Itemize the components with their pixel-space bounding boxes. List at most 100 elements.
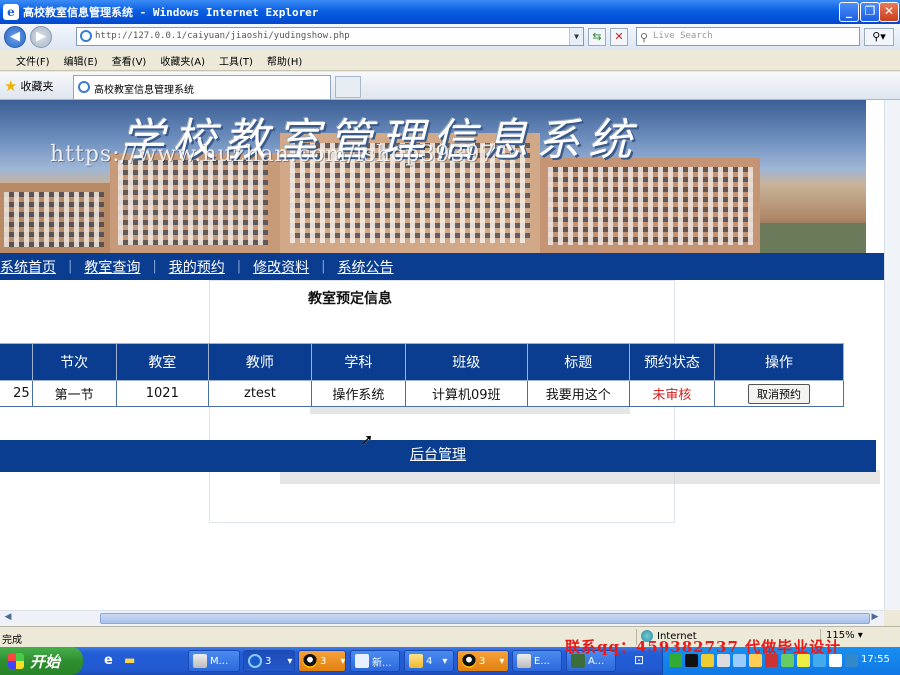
scroll-right-icon[interactable]: ▶ bbox=[868, 612, 882, 625]
task-label: 3 bbox=[265, 655, 272, 667]
task-label: M... bbox=[210, 655, 229, 667]
horizontal-scrollbar[interactable]: ◀ ▶ bbox=[0, 610, 884, 626]
browser-tab[interactable]: 高校教室信息管理系统 bbox=[73, 75, 331, 99]
admin-link[interactable]: 后台管理 bbox=[410, 447, 466, 463]
ie-app-icon: e bbox=[3, 4, 19, 20]
col-action: 操作 bbox=[713, 343, 845, 381]
refresh-icon[interactable]: ⇆ bbox=[588, 28, 606, 46]
task-label: 4 bbox=[426, 655, 433, 667]
favorites-button[interactable]: ★ 收藏夹 bbox=[4, 77, 53, 95]
quicklaunch-desktop-icon[interactable]: ▬ bbox=[124, 653, 135, 667]
menu-bar: 文件(F) 编辑(E) 查看(V) 收藏夹(A) 工具(T) 帮助(H) bbox=[0, 50, 900, 71]
col-status: 预约状态 bbox=[628, 343, 715, 381]
task-label: 新... bbox=[372, 657, 392, 669]
search-input[interactable]: ⚲ Live Search bbox=[636, 27, 860, 46]
taskbar-item[interactable]: 3 ▾ bbox=[243, 650, 295, 672]
cell-period: 第一节 bbox=[31, 380, 117, 407]
address-input[interactable]: http://127.0.0.1/caiyuan/jiaoshi/yudings… bbox=[76, 27, 584, 46]
admin-bar: 后台管理 bbox=[0, 440, 876, 472]
menu-edit[interactable]: 编辑(E) bbox=[64, 53, 98, 68]
clock: 17:55 bbox=[861, 654, 890, 665]
col-subject: 学科 bbox=[310, 343, 406, 381]
faded-ghost-row bbox=[280, 470, 880, 484]
favorites-label: 收藏夹 bbox=[20, 80, 54, 93]
nav-separator: | bbox=[236, 259, 242, 274]
table-row: 25 第一节 1021 ztest 操作系统 计算机09班 我要用这个 未审核 … bbox=[0, 380, 845, 407]
cell-class: 计算机09班 bbox=[404, 380, 528, 407]
back-button[interactable]: ◀ bbox=[4, 26, 26, 48]
cell-date: 25 bbox=[0, 380, 33, 407]
contact-overlay-text: 联系qq：459382737 代做毕业设计 bbox=[565, 638, 842, 656]
page-icon bbox=[80, 30, 92, 42]
stop-icon[interactable]: ✕ bbox=[610, 28, 628, 46]
qq-icon bbox=[303, 654, 317, 668]
start-button[interactable]: 开始 bbox=[0, 647, 83, 675]
col-teacher: 教师 bbox=[208, 343, 312, 381]
search-go-button[interactable]: ⚲▾ bbox=[864, 28, 894, 46]
taskbar-item[interactable]: E... bbox=[512, 650, 562, 672]
col-title: 标题 bbox=[526, 343, 630, 381]
cell-action: 取消预约 bbox=[713, 380, 845, 407]
col-period: 节次 bbox=[31, 343, 117, 381]
app-icon bbox=[193, 654, 207, 668]
tab-label: 高校教室信息管理系统 bbox=[94, 85, 194, 96]
nav-separator: | bbox=[321, 259, 326, 274]
col-room: 教室 bbox=[115, 343, 210, 381]
menu-file[interactable]: 文件(F) bbox=[16, 53, 50, 68]
group-caret-icon: ▾ bbox=[340, 655, 346, 667]
taskbar-item[interactable]: 3 ▾ bbox=[298, 650, 346, 672]
col-class: 班级 bbox=[404, 343, 528, 381]
ie-icon bbox=[248, 654, 262, 668]
quicklaunch-ie-icon[interactable]: e bbox=[104, 653, 113, 668]
col-date bbox=[0, 343, 33, 381]
nav-edit-profile[interactable]: 修改资料 bbox=[253, 257, 321, 277]
cell-title: 我要用这个 bbox=[526, 380, 630, 407]
folder-icon bbox=[409, 654, 423, 668]
cancel-reservation-button[interactable]: 取消预约 bbox=[747, 383, 810, 404]
zoom-caret-icon: ▾ bbox=[857, 630, 863, 641]
minimize-button[interactable]: _ bbox=[839, 2, 859, 22]
address-dropdown-icon[interactable]: ▼ bbox=[569, 28, 583, 45]
cell-room: 1021 bbox=[115, 380, 210, 407]
window-title-bar: e 高校教室信息管理系统 - Windows Internet Explorer… bbox=[0, 0, 900, 24]
search-placeholder: Live Search bbox=[653, 31, 713, 41]
menu-tools[interactable]: 工具(T) bbox=[219, 53, 253, 68]
scrollbar-thumb[interactable] bbox=[100, 613, 870, 624]
window-title: 高校教室信息管理系统 - Windows Internet Explorer bbox=[23, 6, 319, 19]
taskbar-item[interactable]: 新... bbox=[350, 650, 400, 672]
menu-help[interactable]: 帮助(H) bbox=[267, 53, 302, 68]
menu-favorites[interactable]: 收藏夹(A) bbox=[160, 53, 205, 68]
tab-ie-icon bbox=[78, 81, 90, 93]
nav-separator: | bbox=[152, 259, 157, 274]
status-text: 完成 bbox=[2, 635, 22, 646]
star-icon: ★ bbox=[4, 77, 18, 95]
address-toolbar: ◀ ▶ http://127.0.0.1/caiyuan/jiaoshi/yud… bbox=[0, 24, 900, 50]
favorites-bar: ★ 收藏夹 高校教室信息管理系统 bbox=[0, 72, 900, 100]
search-icon: ⚲ bbox=[640, 31, 649, 44]
forward-button[interactable]: ▶ bbox=[30, 26, 52, 48]
vertical-scrollbar[interactable] bbox=[884, 100, 900, 610]
scroll-left-icon[interactable]: ◀ bbox=[1, 612, 15, 625]
maximize-button[interactable]: ❐ bbox=[860, 2, 880, 22]
cell-teacher: ztest bbox=[208, 380, 312, 407]
mouse-cursor-icon: ➚ bbox=[360, 430, 374, 449]
new-tab-button[interactable] bbox=[335, 76, 361, 98]
status-badge: 未审核 bbox=[628, 380, 715, 407]
nav-room-search[interactable]: 教室查询 bbox=[84, 257, 152, 277]
taskbar-item[interactable]: M... bbox=[188, 650, 240, 672]
taskbar-item[interactable]: 4 ▾ bbox=[404, 650, 454, 672]
menu-view[interactable]: 查看(V) bbox=[112, 53, 147, 68]
banner-windows-left bbox=[4, 192, 104, 247]
nav-announcements[interactable]: 系统公告 bbox=[338, 257, 406, 277]
taskbar-item[interactable]: 3 ▾ bbox=[457, 650, 509, 672]
nav-my-reservations[interactable]: 我的预约 bbox=[169, 257, 237, 277]
app-icon bbox=[517, 654, 531, 668]
nav-home[interactable]: 系统首页 bbox=[0, 257, 68, 277]
header-banner: 学校教室管理信息系统 https://www.huzhan.com/ishop3… bbox=[0, 100, 866, 253]
cell-subject: 操作系统 bbox=[310, 380, 406, 407]
close-window-button[interactable]: ✕ bbox=[879, 2, 899, 22]
page-content: 学校教室管理信息系统 https://www.huzhan.com/ishop3… bbox=[0, 100, 884, 610]
start-label: 开始 bbox=[30, 652, 61, 671]
tray-icon[interactable] bbox=[845, 654, 858, 667]
task-label: E... bbox=[534, 655, 550, 667]
